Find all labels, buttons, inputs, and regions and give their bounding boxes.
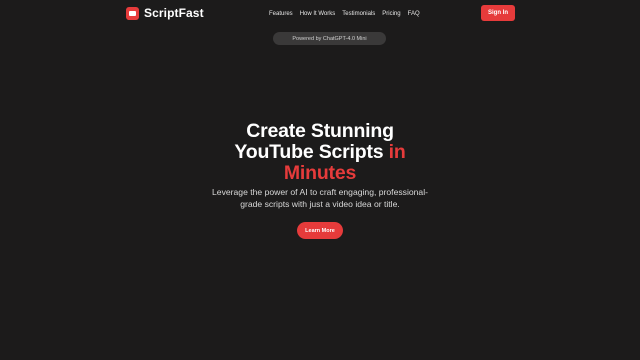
hero-subtitle: Leverage the power of AI to craft engagi… [0, 187, 640, 210]
hero-title-line-1: Create Stunning [246, 120, 394, 142]
nav-how-it-works[interactable]: How It Works [300, 11, 336, 17]
nav-features[interactable]: Features [269, 11, 293, 17]
brand-logo[interactable]: ScriptFast [126, 5, 204, 21]
hero-title-accent-minutes: Minutes [283, 162, 357, 184]
brand-name: ScriptFast [144, 6, 204, 20]
nav-faq[interactable]: FAQ [408, 11, 420, 17]
film-icon [126, 6, 139, 20]
sign-in-button[interactable]: Sign In [481, 5, 515, 21]
hero-subtitle-line-1: Leverage the power of AI to craft engagi… [212, 187, 428, 197]
learn-more-button[interactable]: Learn More [297, 222, 343, 239]
powered-by-badge: Powered by ChatGPT-4.0 Mini [273, 32, 386, 45]
nav-testimonials[interactable]: Testimonials [342, 11, 375, 17]
landing-page: ScriptFast Features How It Works Testimo… [0, 0, 640, 360]
hero-section: Create Stunning YouTube Scripts in Minut… [0, 121, 640, 239]
hero-subtitle-line-2: grade scripts with just a video idea or … [240, 198, 400, 209]
hero-title: Create Stunning YouTube Scripts in Minut… [0, 121, 640, 184]
main-nav: Features How It Works Testimonials Prici… [269, 9, 420, 19]
nav-pricing[interactable]: Pricing [382, 11, 400, 17]
hero-title-line-2: YouTube Scripts [234, 141, 384, 163]
header: ScriptFast Features How It Works Testimo… [0, 0, 640, 28]
hero-title-accent-in: in [388, 141, 406, 163]
